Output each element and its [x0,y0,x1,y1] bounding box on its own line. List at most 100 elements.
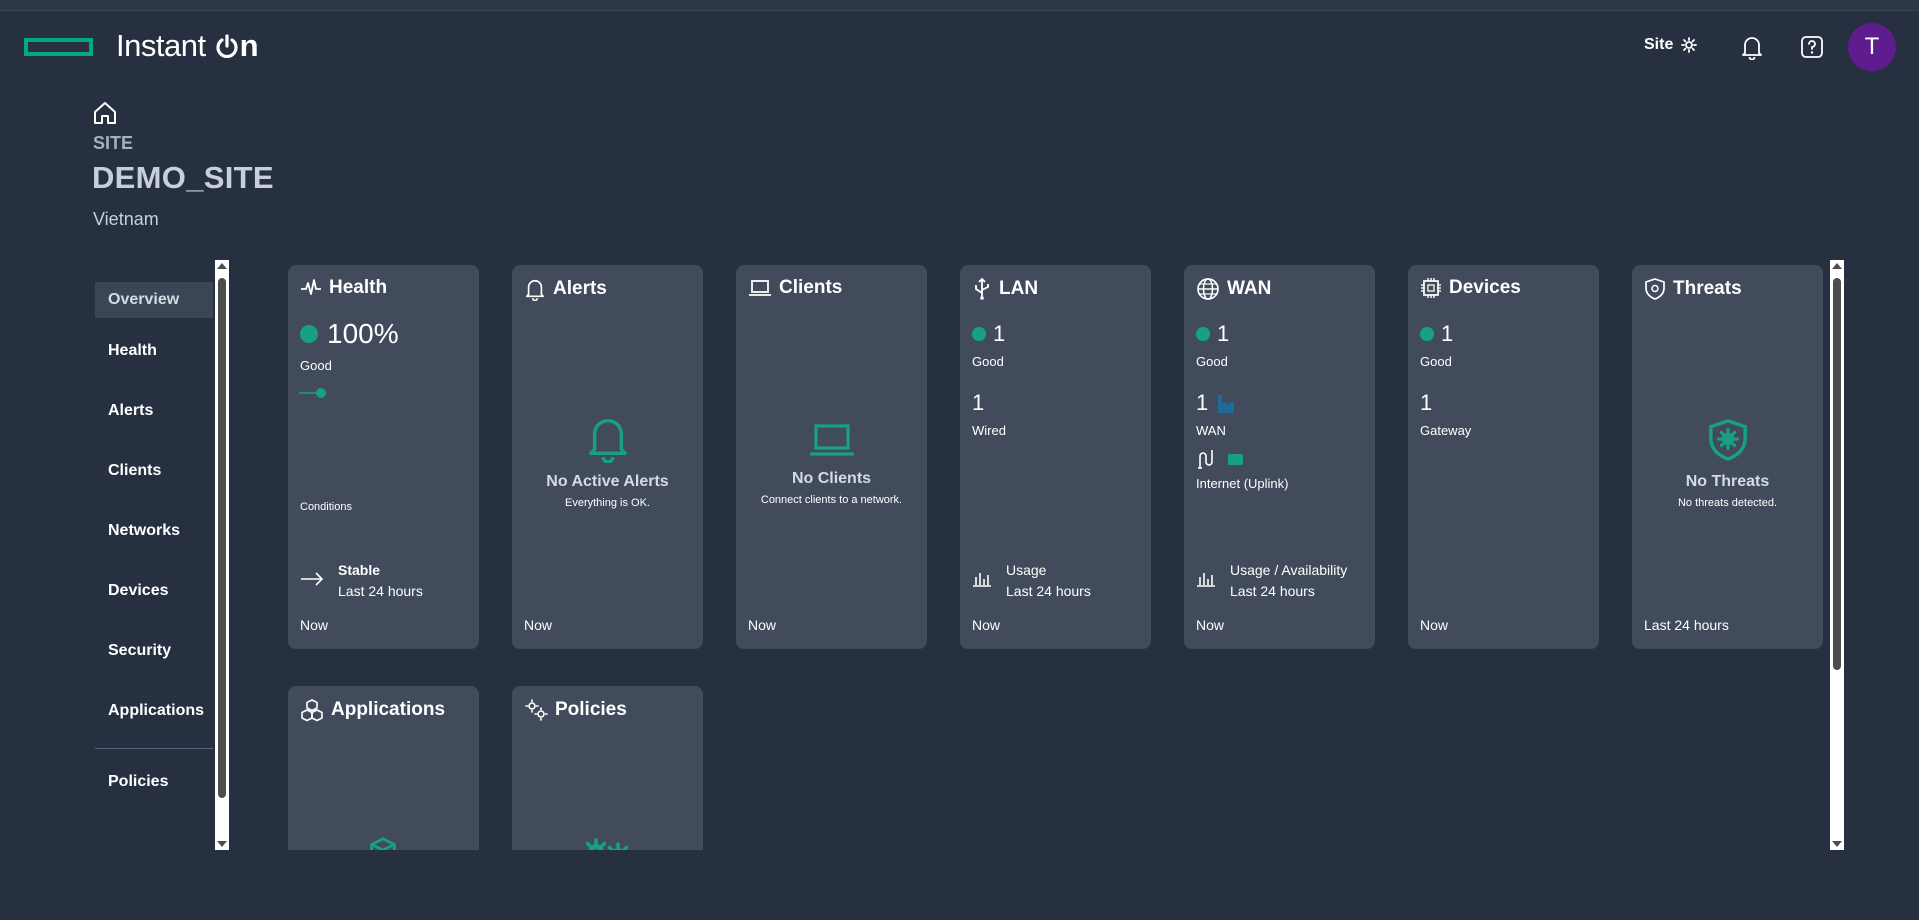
threats-card[interactable]: Threats No Threats No threats detected. … [1632,265,1823,649]
card-title: Applications [300,698,445,722]
card-footer: Now [972,617,1001,633]
devices-good-label: Good [1420,354,1452,369]
wan-count-row: 1 [1196,390,1236,416]
sidebar-item-label: Overview [108,291,180,308]
site-country: Vietnam [93,209,159,229]
uplink-label: Internet (Uplink) [1196,476,1289,491]
sidebar-scrollbar[interactable] [215,260,229,850]
card-title: Clients [748,277,842,299]
hpe-logo[interactable] [24,38,93,56]
notifications-button[interactable] [1738,33,1766,61]
health-title: Health [329,277,388,298]
health-status: Good [300,358,332,373]
pulse-icon [301,279,321,295]
brand-text: Instant [116,28,206,63]
sidebar-item-devices[interactable]: Devices [95,582,213,642]
scroll-up-arrow[interactable] [1832,263,1842,269]
usb-icon [975,277,989,300]
bar-chart-icon [1197,573,1215,587]
scroll-thumb[interactable] [1833,278,1841,670]
alerts-empty-state: No Active Alerts Everything is OK. [512,413,703,509]
power-icon [216,34,238,58]
sidebar-item-policies[interactable]: Policies [95,773,213,833]
devices-good-count: 1 [1441,321,1454,346]
gear-icon [1681,37,1698,53]
app-brand[interactable]: Instant on n [116,28,259,64]
wan-card[interactable]: WAN 1 Good 1 WAN Internet (Uplink) Usage… [1184,265,1375,649]
laptop-icon [749,280,771,296]
clients-card[interactable]: Clients No Clients Connect clients to a … [736,265,927,649]
threats-title: Threats [1673,278,1742,299]
window-top-bar [0,0,1919,11]
avatar-initial: T [1864,33,1880,60]
home-button[interactable] [92,100,118,130]
card-footer: Now [524,617,553,633]
card-footer: Now [1420,617,1449,633]
site-settings-button[interactable]: Site [1644,36,1698,54]
lan-title: LAN [999,278,1039,299]
applications-large-icon [370,837,396,850]
sidebar-item-overview[interactable]: Overview [95,282,213,318]
main-scrollbar[interactable] [1830,260,1844,850]
health-trend: Stable Last 24 hours [300,560,423,602]
gears-icon [525,699,548,721]
uplink-status [1228,453,1243,465]
devices-card[interactable]: Devices 1 Good 1 Gateway Now [1408,265,1599,649]
sidebar-item-label: Networks [108,522,181,539]
bell-icon [525,279,545,301]
card-footer: Last 24 hours [1644,617,1729,633]
applications-card[interactable]: Applications [288,686,479,850]
empty-subtitle: Everything is OK. [565,497,650,509]
status-dot [1196,327,1210,341]
lan-wired-count: 1 [972,390,985,415]
threats-empty-state: No Threats No threats detected. [1632,417,1823,509]
scroll-down-arrow[interactable] [217,841,227,847]
gateway-label: Gateway [1420,423,1472,438]
lan-card[interactable]: LAN 1 Good 1 Wired Usage Last 24 hours N… [960,265,1151,649]
sidebar-item-applications[interactable]: Applications [95,702,213,744]
sidebar-item-networks[interactable]: Networks [95,522,213,582]
cubes-icon [301,699,323,722]
empty-title: No Threats [1685,473,1770,490]
health-card[interactable]: Health 100% Good Conditions Stable Last … [288,265,479,649]
sidebar-item-alerts[interactable]: Alerts [95,402,213,462]
card-footer: Now [300,617,329,633]
trend-period: Last 24 hours [338,583,423,599]
alerts-title: Alerts [553,278,607,299]
sidebar-item-label: Security [108,642,172,659]
devices-good-row: 1 [1420,321,1453,347]
sidebar-item-label: Policies [108,773,169,790]
page-label: SITE [93,133,134,153]
alerts-card[interactable]: Alerts No Active Alerts Everything is OK… [512,265,703,649]
globe-icon [1197,278,1219,300]
card-title: Devices [1420,277,1521,299]
sidebar-item-label: Applications [108,702,205,719]
policies-card[interactable]: Policies [512,686,703,850]
wan-count: 1 [1196,390,1209,415]
sidebar-divider [95,748,213,749]
applications-title: Applications [331,699,446,720]
page-title: DEMO_SITE [92,160,274,195]
help-button[interactable] [1798,33,1826,61]
policies-large-icon [585,838,629,850]
user-avatar[interactable]: T [1848,23,1896,71]
scroll-down-arrow[interactable] [1832,841,1842,847]
chip-icon [1421,278,1441,298]
card-footer: Now [1196,617,1225,633]
card-footer: Now [748,617,777,633]
wan-label: WAN [1196,423,1226,438]
scroll-thumb[interactable] [218,278,226,798]
clients-empty-state: No Clients Connect clients to a network. [736,420,927,506]
sidebar-item-security[interactable]: Security [95,642,213,702]
sidebar-item-health[interactable]: Health [95,342,213,402]
status-dot [1420,327,1434,341]
bell-large-icon [588,419,627,463]
usage-period: Last 24 hours [1230,583,1315,599]
health-sparkline [299,388,326,398]
sidebar-item-label: Health [108,342,157,359]
card-title: Threats [1644,277,1742,301]
lan-good-label: Good [972,354,1004,369]
sidebar-item-clients[interactable]: Clients [95,462,213,522]
scroll-up-arrow[interactable] [217,263,227,269]
gateway-count: 1 [1420,390,1433,415]
